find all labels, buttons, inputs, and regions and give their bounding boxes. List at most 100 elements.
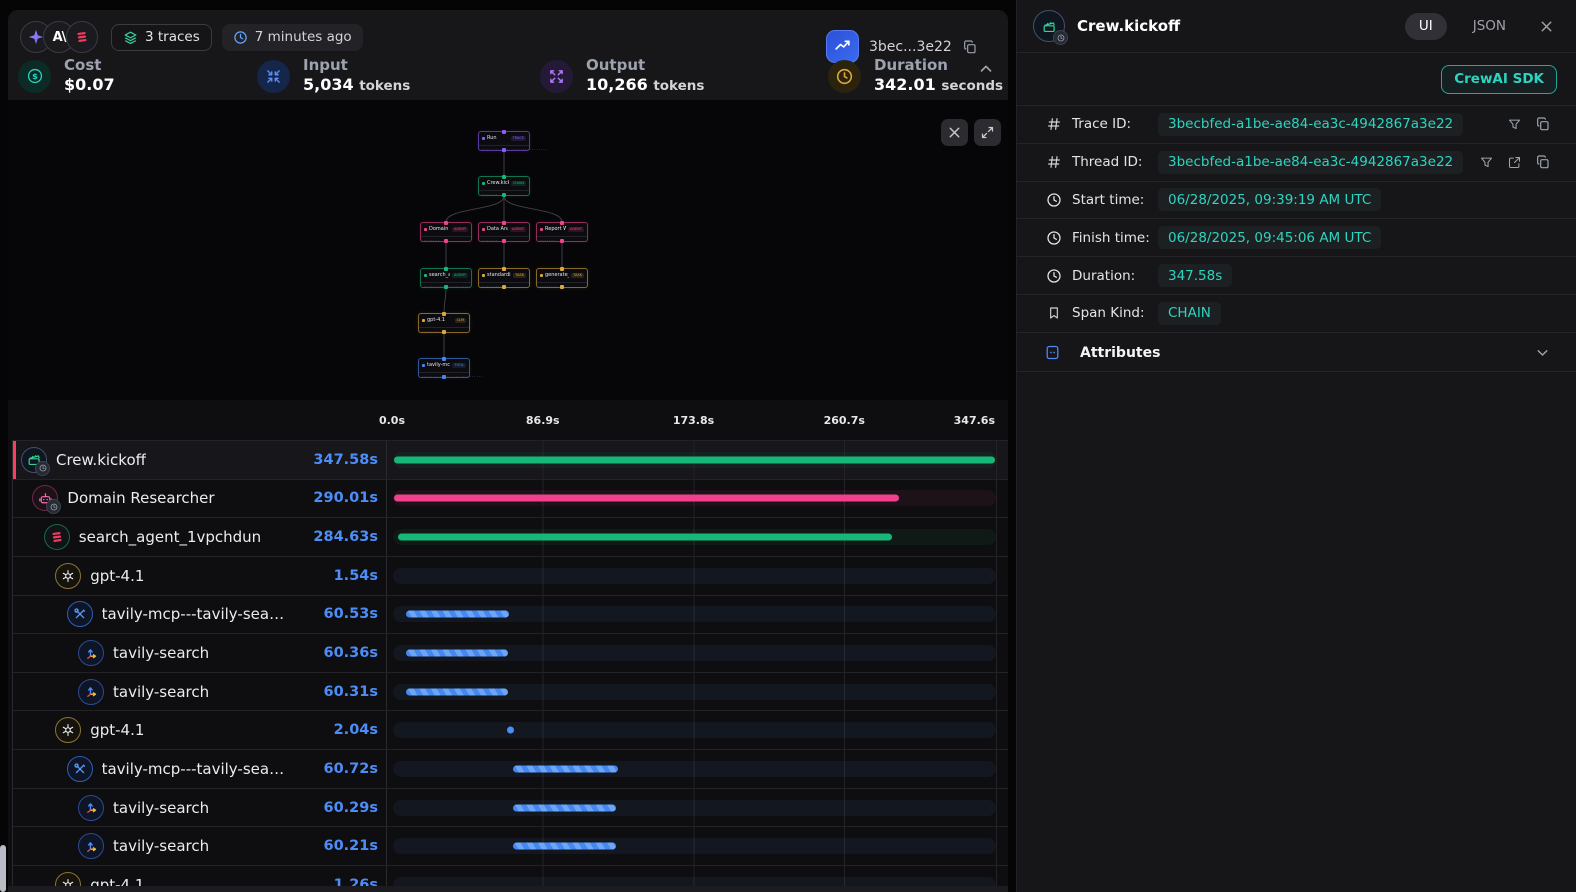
time-ago-label: 7 minutes ago [255,29,352,45]
attributes-label: Attributes [1080,345,1524,361]
axis-tick: 260.7s [824,414,865,427]
span-timeline [393,518,997,556]
span-duration: 60.36s [324,645,379,661]
field-value[interactable]: CHAIN [1158,302,1221,325]
field-value[interactable]: 3becbfed-a1be-ae84-ea3c-4942867a3e22 [1158,113,1463,136]
tab-ui[interactable]: UI [1405,13,1447,40]
graph-node-gpt-4-1[interactable]: gpt-4.1 LLM ········ [418,313,470,333]
close-icon[interactable] [1538,18,1555,35]
axis-tick: 173.8s [673,414,714,427]
graph-node-search-agent-1vp-[interactable]: search_agent_1vp… AGENT ················… [420,268,472,288]
copy-icon[interactable] [962,39,978,55]
field-value[interactable]: 06/28/2025, 09:45:06 AM UTC [1158,226,1381,249]
span-track [393,800,996,816]
span-name-cell: tavily-search 60.29s [13,789,387,827]
graph-node-report-writer[interactable]: Report Writer AGENT ······· [536,222,588,242]
span-bar [394,495,899,502]
field-value[interactable]: 3becbfed-a1be-ae84-ea3c-4942867a3e22 [1158,151,1463,174]
field-start-time: Start time: 06/28/2025, 09:39:19 AM UTC [1017,182,1576,220]
graph-close-button[interactable] [941,119,968,146]
tab-json[interactable]: JSON [1473,18,1506,34]
tools-icon [67,601,93,627]
axis-tick: 86.9s [526,414,560,427]
span-duration: 284.63s [313,529,378,545]
openai-icon [55,717,81,743]
span-duration: 60.53s [324,606,379,622]
span-bar [513,804,616,811]
field-label: Finish time: [1072,230,1158,246]
span-bar [513,843,616,850]
trace-header: A\ 3 traces 7 minutes ago 3bec...3e22 $ … [8,10,1008,100]
clock-badge-icon [35,461,50,476]
span-row-search-agent-1vpchdun[interactable]: search_agent_1vpchdun 284.63s [13,517,1008,556]
field-value[interactable]: 06/28/2025, 09:39:19 AM UTC [1158,188,1381,211]
filter-icon[interactable] [1479,155,1494,170]
clock-icon [1046,230,1063,246]
copy-icon[interactable] [1535,154,1551,170]
graph-node-crew-kickoff[interactable]: Crew.kickoff CHAIN ······· [478,176,530,196]
span-name-cell: Crew.kickoff 347.58s [13,441,387,479]
span-bar [513,765,618,772]
stat-value: 5,034 tokens [303,75,410,96]
span-row-tavily-search[interactable]: tavily-search 60.31s [13,672,1008,711]
span-bar [406,688,508,695]
vertical-scrollbar-thumb[interactable] [0,845,6,892]
trace-graph: Run TRACE ····························· … [8,100,1008,410]
span-label: tavily-search [113,644,209,662]
filter-icon[interactable] [1507,117,1522,132]
clock-icon [233,30,248,45]
trace-panel: A\ 3 traces 7 minutes ago 3bec...3e22 $ … [8,10,1008,892]
span-row-tavily-mcp-tavily-sea-[interactable]: tavily-mcp---tavily-sea… 60.53s [13,595,1008,634]
span-label: Crew.kickoff [56,451,146,469]
tools-icon [67,756,93,782]
span-row-gpt-4-1[interactable]: gpt-4.1 1.54s [13,556,1008,595]
graph-expand-button[interactable] [974,119,1001,146]
graph-node-run[interactable]: Run TRACE ····························· [478,131,530,151]
graph-node-generate-repor-[interactable]: generate_repor… TASK ········ [536,268,588,288]
attributes-section-header[interactable]: Attributes [1017,334,1576,372]
graph-node-tavily-mcp-t-[interactable]: tavily-mcp---t… TOOL ···················… [418,358,470,378]
traces-count-badge[interactable]: 3 traces [111,24,212,51]
span-track [393,568,996,584]
field-label: Duration: [1072,268,1158,284]
span-label: search_agent_1vpchdun [79,528,261,546]
horizontal-scrollbar[interactable] [8,886,1008,892]
span-name-cell: tavily-search 60.31s [13,673,387,711]
stat-duration: Duration 342.01 seconds [828,58,1003,94]
field-value[interactable]: 347.58s [1158,264,1232,287]
span-duration: 290.01s [313,490,378,506]
span-timeline [393,441,997,479]
span-duration: 60.21s [324,838,379,854]
span-timeline [393,480,997,518]
graph-node-standardize-d-[interactable]: standardize_d… TASK ··········· [478,268,530,288]
span-timeline [393,789,997,827]
span-row-tavily-search[interactable]: tavily-search 60.21s [13,826,1008,865]
span-track [393,838,996,854]
field-label: Trace ID: [1072,116,1158,132]
span-rows: Crew.kickoff 347.58s Domain Researcher 2… [12,440,1008,892]
span-row-tavily-search[interactable]: tavily-search 60.36s [13,633,1008,672]
copy-icon[interactable] [1535,116,1551,132]
span-label: tavily-search [113,837,209,855]
clock-icon [1046,268,1063,284]
traces-count-label: 3 traces [145,29,200,45]
span-name-cell: tavily-search 60.21s [13,827,387,865]
stat-value: $0.07 [64,75,115,96]
bookmark-icon [1046,305,1063,321]
external-icon[interactable] [1507,155,1522,170]
graph-node-domain-research-[interactable]: Domain Research… AGENT ······· [420,222,472,242]
layers-icon [123,30,138,45]
robot-icon [32,485,58,511]
span-row-crew-kickoff[interactable]: Crew.kickoff 347.58s [13,440,1008,479]
span-row-gpt-4-1[interactable]: gpt-4.1 2.04s [13,710,1008,749]
span-label: tavily-search [113,799,209,817]
arrows-in-icon [257,60,290,93]
stat-value: 10,266 tokens [586,75,704,96]
axis-tick: 347.6s [954,414,995,427]
document-icon [1044,344,1061,361]
graph-node-data-analyst[interactable]: Data Analyst AGENT ······· [478,222,530,242]
clock-icon [828,60,861,93]
span-row-tavily-search[interactable]: tavily-search 60.29s [13,788,1008,827]
span-row-tavily-mcp-tavily-sea-[interactable]: tavily-mcp---tavily-sea… 60.72s [13,749,1008,788]
span-row-domain-researcher[interactable]: Domain Researcher 290.01s [13,479,1008,518]
